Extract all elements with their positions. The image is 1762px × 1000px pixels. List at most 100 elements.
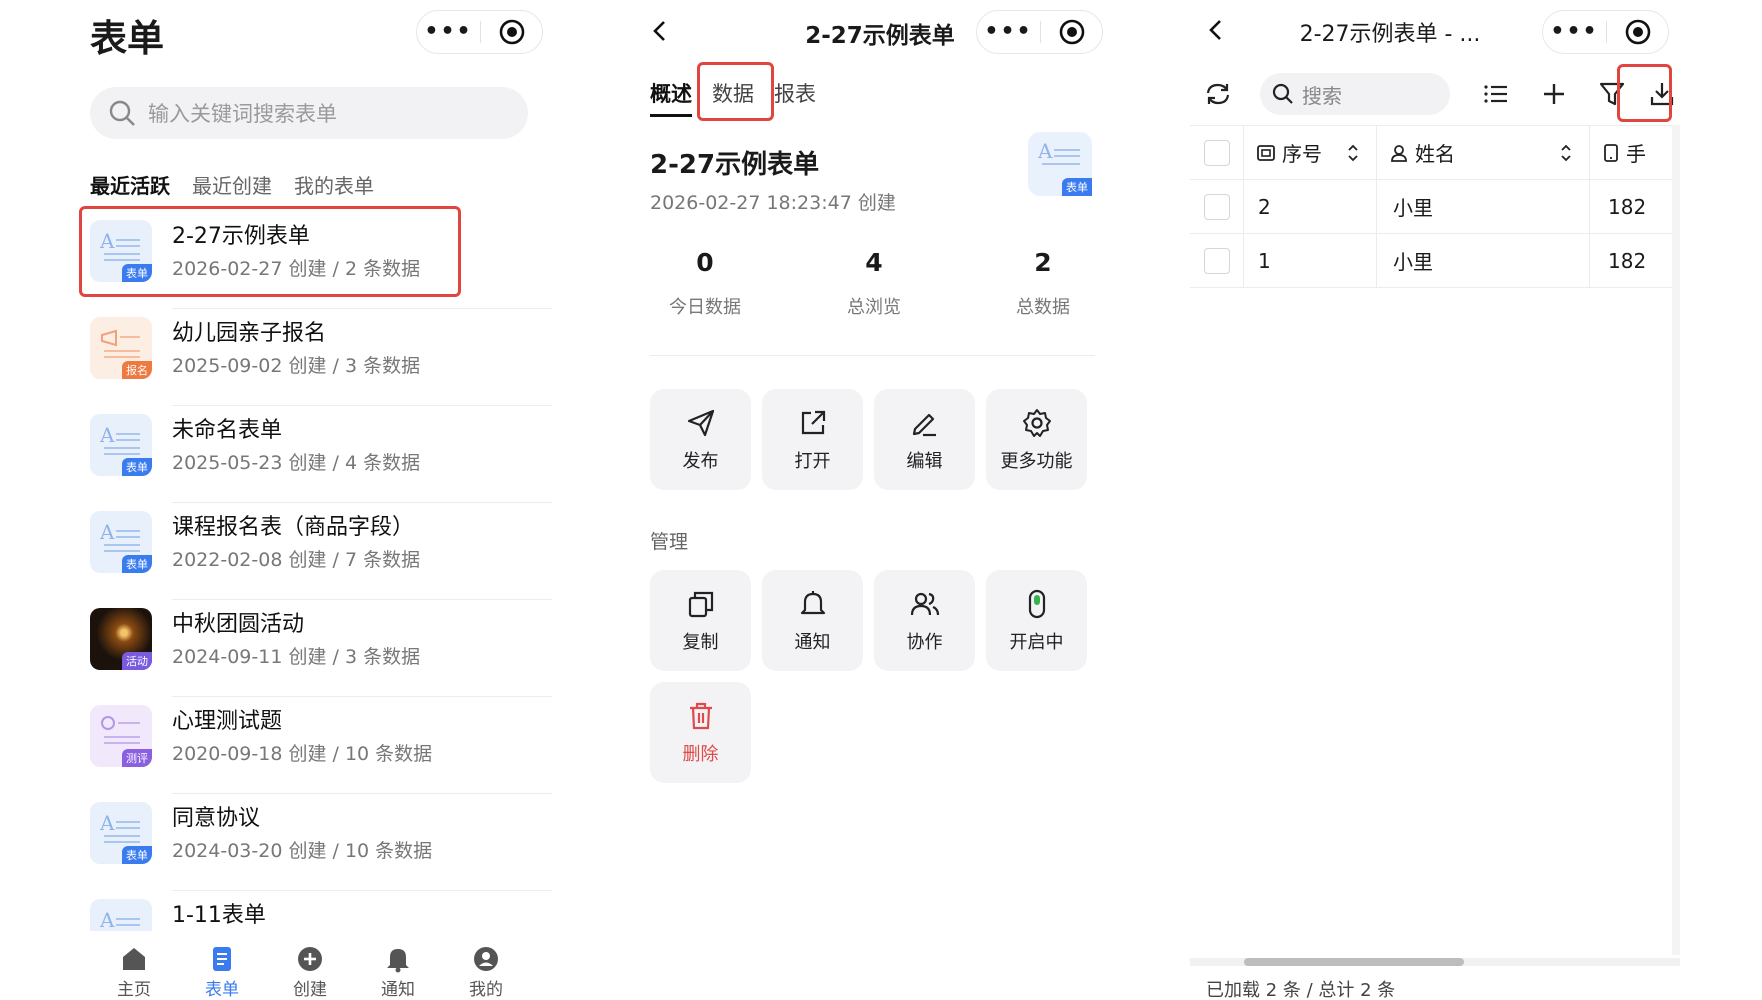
refresh-icon[interactable] [1204, 80, 1232, 108]
notify-button[interactable]: 通知 [762, 570, 863, 671]
manage-grid: 复制 通知 协作 开启中 删除 [650, 570, 1098, 783]
list-item[interactable]: A 表单 同意协议 2024-03-20 创建 / 10 条数据 [90, 794, 552, 891]
form-list: A 表单 2-27示例表单 2026-02-27 创建 / 2 条数据 报名 幼… [90, 212, 552, 931]
form-type-badge: 活动 [122, 652, 152, 670]
trash-icon [689, 702, 712, 729]
nav-profile[interactable]: 我的 [442, 945, 530, 1000]
sort-icon[interactable] [1559, 142, 1573, 164]
tab-my-forms[interactable]: 我的表单 [294, 170, 374, 199]
form-type-badge: 表单 [122, 555, 152, 573]
target-icon [499, 19, 524, 45]
page-title: 表单 [90, 17, 164, 60]
vertical-scrollbar[interactable] [1672, 125, 1680, 955]
cell-name: 小里 [1377, 234, 1590, 287]
form-detail-screen: 2-27示例表单 ••• 概述 数据 报表 2-27示例表单 2026-02-2… [620, 0, 1140, 1000]
more-menu-button[interactable]: ••• [1543, 10, 1606, 54]
select-all-checkbox[interactable] [1203, 139, 1230, 166]
load-status: 已加载 2 条 / 总计 2 条 [1206, 980, 1396, 1000]
tab-recent-active[interactable]: 最近活跃 [90, 170, 170, 199]
home-icon [123, 948, 145, 970]
stat-today: 0 今日数据 [650, 248, 760, 319]
form-thumbnail: A 表单 [90, 511, 152, 573]
table-row[interactable]: 1 小里 182 [1190, 234, 1680, 288]
edit-button[interactable]: 编辑 [874, 389, 975, 490]
more-features-button[interactable]: 更多功能 [986, 389, 1087, 490]
sort-icon[interactable] [1346, 142, 1360, 164]
list-item[interactable]: A 表单 课程报名表（商品字段） 2022-02-08 创建 / 7 条数据 [90, 503, 552, 600]
cell-seq: 1 [1244, 234, 1377, 287]
document-icon: A [100, 812, 140, 843]
delete-button[interactable]: 删除 [650, 682, 751, 783]
list-item[interactable]: 活动 中秋团圆活动 2024-09-11 创建 / 3 条数据 [90, 600, 552, 697]
table-row[interactable]: 2 小里 182 [1190, 180, 1680, 234]
forms-list-screen: 表单 ••• 输入关键词搜索表单 最近活跃 最近创建 我的表单 A 表单 2-2… [0, 0, 560, 1000]
column-header-seq[interactable]: 序号 [1244, 126, 1377, 179]
open-button[interactable]: 打开 [762, 389, 863, 490]
target-icon [1625, 19, 1650, 45]
tab-recent-created[interactable]: 最近创建 [192, 170, 272, 199]
user-icon [474, 947, 498, 971]
cell-seq: 2 [1244, 180, 1377, 233]
manage-section-label: 管理 [650, 531, 689, 553]
list-item[interactable]: 测评 心理测试题 2020-09-18 创建 / 10 条数据 [90, 697, 552, 794]
plus-icon[interactable] [1540, 80, 1568, 108]
more-menu-button[interactable]: ••• [977, 10, 1040, 54]
stat-value: 0 [696, 248, 714, 277]
bell-icon [800, 590, 825, 614]
table-header-row: 序号 姓名 手 [1190, 125, 1680, 180]
nav-label: 主页 [117, 980, 151, 1000]
nav-create[interactable]: 创建 [266, 945, 354, 1000]
form-doc-icon [213, 947, 231, 971]
status-toggle-button[interactable]: 开启中 [986, 570, 1087, 671]
form-created-date: 2026-02-27 18:23:47 创建 [650, 192, 896, 214]
nav-home[interactable]: 主页 [90, 945, 178, 1000]
list-icon[interactable] [1482, 80, 1510, 108]
stats-row: 0 今日数据 4 总浏览 2 总数据 [650, 248, 1098, 319]
stat-label: 总数据 [1016, 297, 1070, 318]
plus-circle-icon [298, 947, 322, 971]
close-miniprogram-button[interactable] [1041, 19, 1102, 45]
nav-forms[interactable]: 表单 [178, 945, 266, 1000]
copy-icon [688, 591, 713, 617]
nav-notifications[interactable]: 通知 [354, 945, 442, 1000]
send-icon [687, 409, 714, 436]
form-icon: A 表单 [1028, 132, 1092, 196]
more-menu-button[interactable]: ••• [417, 10, 480, 54]
data-toolbar: 搜索 [1190, 70, 1680, 118]
form-search-input[interactable]: 输入关键词搜索表单 [90, 87, 528, 139]
column-header-name[interactable]: 姓名 [1377, 126, 1590, 179]
phone-icon [1604, 143, 1618, 162]
tab-overview[interactable]: 概述 [650, 78, 692, 117]
svg-text:A: A [1038, 140, 1053, 163]
document-icon: A [1038, 140, 1080, 165]
row-checkbox[interactable] [1203, 193, 1230, 220]
highlight-box [697, 62, 774, 121]
list-item[interactable]: A 表单 未命名表单 2025-05-23 创建 / 4 条数据 [90, 406, 552, 503]
search-icon [109, 100, 135, 126]
miniprogram-capsule: ••• [976, 10, 1103, 54]
close-miniprogram-button[interactable] [481, 19, 542, 45]
svg-text:A: A [100, 909, 115, 931]
tab-report[interactable]: 报表 [774, 78, 816, 117]
tile-label: 开启中 [1009, 631, 1064, 653]
nav-label: 表单 [205, 980, 239, 1000]
list-item[interactable]: A 1-11表单 [90, 891, 552, 931]
row-checkbox[interactable] [1203, 247, 1230, 274]
publish-button[interactable]: 发布 [650, 389, 751, 490]
nav-label: 通知 [381, 980, 415, 1000]
horizontal-scrollbar[interactable] [1190, 958, 1680, 966]
form-name: 中秋团圆活动 [172, 612, 305, 637]
stat-label: 总浏览 [847, 297, 901, 318]
action-grid: 发布 打开 编辑 更多功能 [650, 389, 1098, 490]
copy-button[interactable]: 复制 [650, 570, 751, 671]
pencil-icon [912, 413, 936, 436]
column-header-phone[interactable]: 手 [1590, 126, 1680, 179]
list-item[interactable]: 报名 幼儿园亲子报名 2025-09-02 创建 / 3 条数据 [90, 309, 552, 406]
form-type-badge: 测评 [122, 749, 152, 767]
data-search-input[interactable]: 搜索 [1260, 73, 1450, 115]
close-miniprogram-button[interactable] [1607, 19, 1668, 45]
back-arrow-icon[interactable] [1206, 18, 1226, 42]
data-table: 序号 姓名 手 2 小里 182 1 小里 182 [1190, 125, 1680, 288]
collaborate-button[interactable]: 协作 [874, 570, 975, 671]
nav-label: 创建 [293, 980, 327, 1000]
